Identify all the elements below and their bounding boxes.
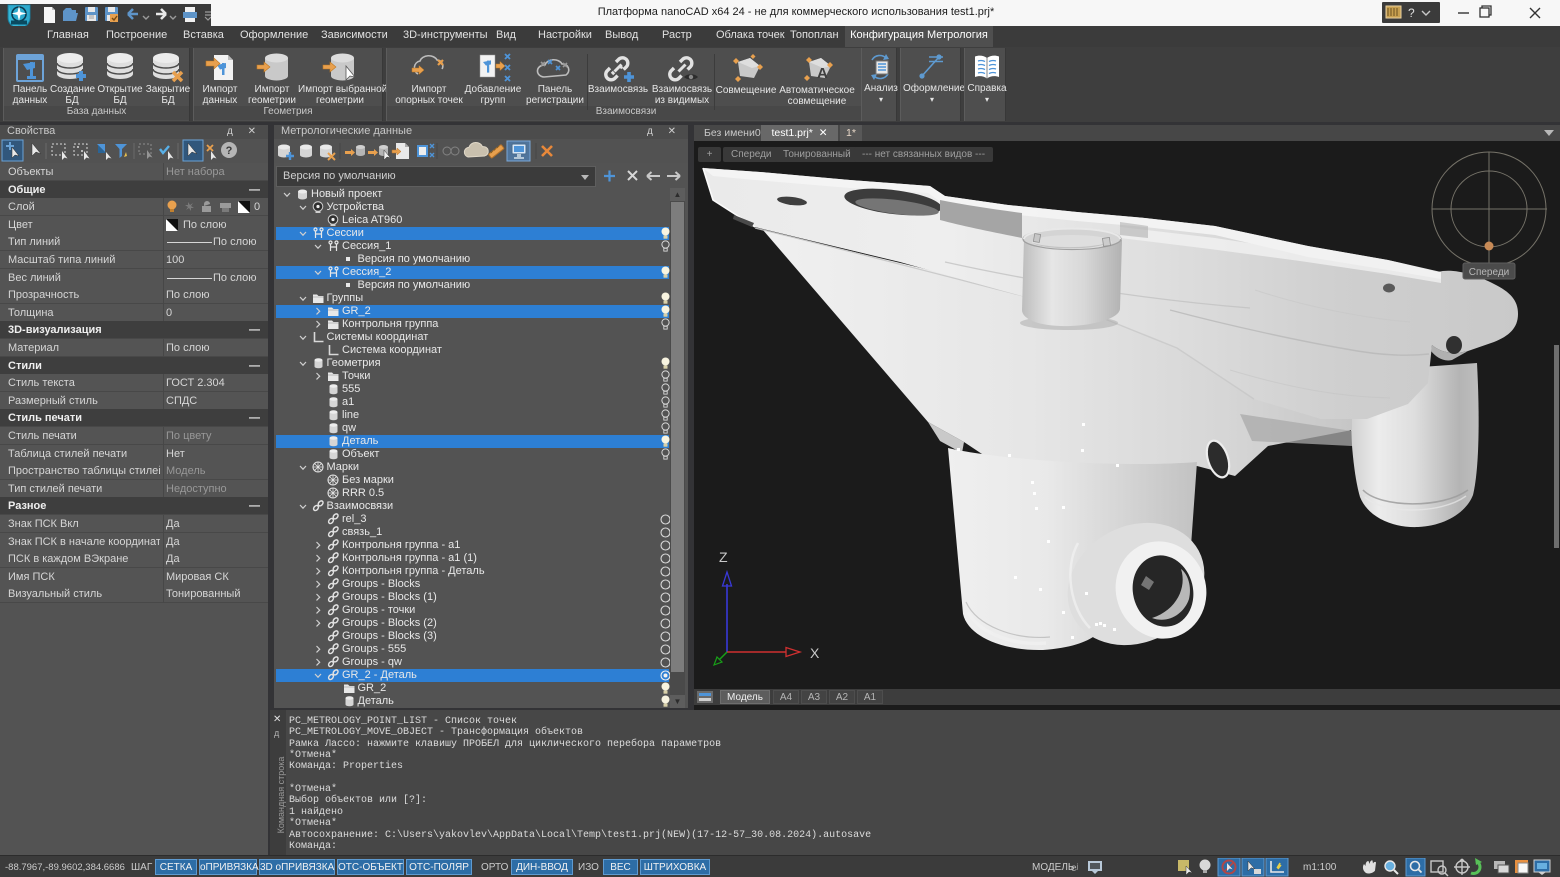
- svg-text:Z: Z: [719, 549, 728, 565]
- svg-text:еʲ: еʲ: [1071, 863, 1079, 874]
- svg-text:X: X: [810, 645, 820, 661]
- svg-text:A: A: [817, 65, 828, 82]
- svg-text:?: ?: [1408, 6, 1415, 20]
- svg-text:Спереди: Спереди: [1469, 267, 1510, 278]
- svg-text:?: ?: [226, 145, 233, 157]
